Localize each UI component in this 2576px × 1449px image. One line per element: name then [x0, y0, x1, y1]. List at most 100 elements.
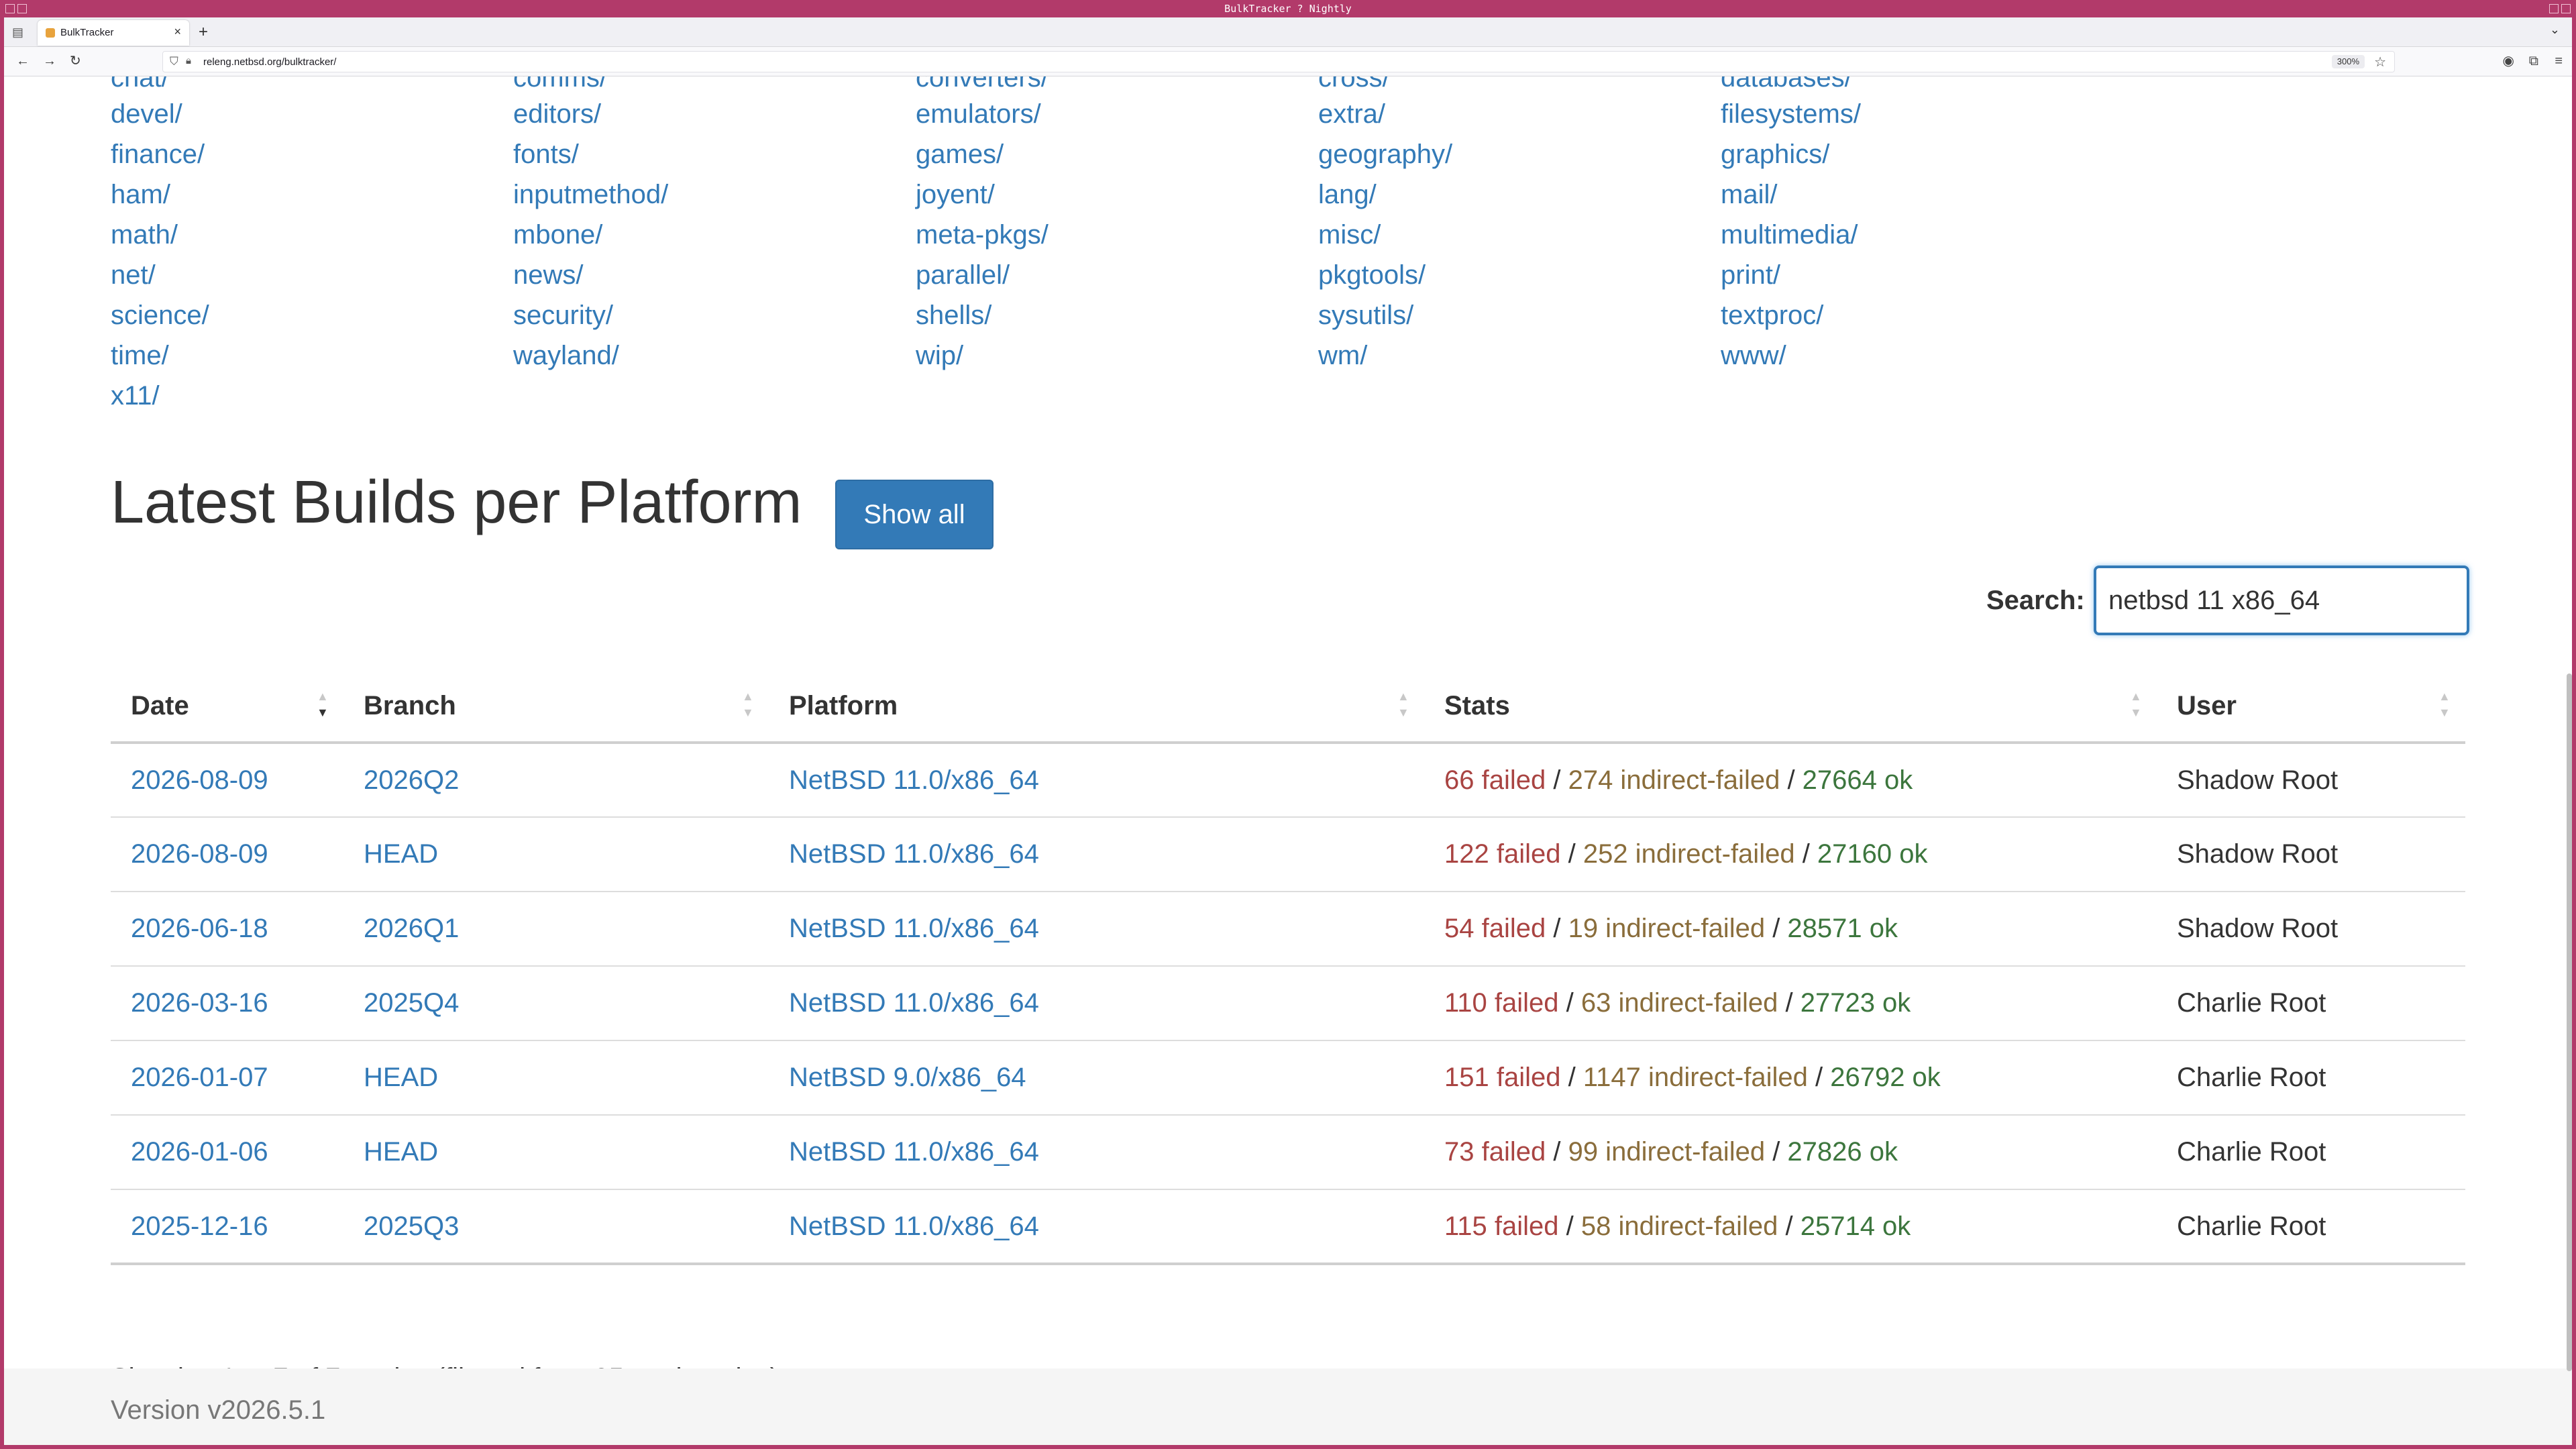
build-date-link[interactable]: 2026-08-09 [131, 765, 268, 795]
window-pin-button[interactable] [17, 4, 27, 13]
category-link-graphics[interactable]: graphics/ [1721, 134, 1829, 174]
window-close-button[interactable] [2561, 4, 2571, 13]
platform-link[interactable]: NetBSD 11.0/x86_64 [789, 1212, 1039, 1241]
column-header-platform[interactable]: Platform ▲ ▼ [769, 671, 1424, 744]
category-link-x11[interactable]: x11/ [111, 376, 160, 416]
category-link-wm[interactable]: wm/ [1318, 335, 1367, 376]
search-input[interactable] [2094, 566, 2469, 635]
category-link-joyent[interactable]: joyent/ [916, 174, 995, 215]
category-link-pkgtools[interactable]: pkgtools/ [1318, 255, 1426, 295]
category-link-time[interactable]: time/ [111, 335, 169, 376]
failed-count-link[interactable]: 110 failed [1444, 988, 1559, 1018]
category-link-science[interactable]: science/ [111, 295, 209, 335]
category-link-www[interactable]: www/ [1721, 335, 1786, 376]
ok-count-link[interactable]: 25714 ok [1801, 1212, 1911, 1241]
indirect-failed-count-link[interactable]: 274 indirect-failed [1568, 765, 1780, 795]
category-link-shells[interactable]: shells/ [916, 295, 991, 335]
hamburger-menu-icon[interactable]: ≡ [2555, 54, 2563, 68]
ok-count-link[interactable]: 27826 ok [1787, 1137, 1898, 1167]
category-link-ham[interactable]: ham/ [111, 174, 170, 215]
window-menu-button[interactable] [5, 4, 15, 13]
category-link-inputmethod[interactable]: inputmethod/ [513, 174, 668, 215]
category-link-lang[interactable]: lang/ [1318, 174, 1377, 215]
branch-link[interactable]: 2026Q2 [364, 765, 459, 795]
failed-count-link[interactable]: 73 failed [1444, 1137, 1546, 1167]
tab-close-icon[interactable]: × [174, 25, 181, 39]
failed-count-link[interactable]: 122 failed [1444, 839, 1560, 869]
build-date-link[interactable]: 2026-08-09 [131, 839, 268, 869]
category-link-meta-pkgs[interactable]: meta-pkgs/ [916, 215, 1049, 255]
branch-link[interactable]: HEAD [364, 1137, 438, 1167]
platform-link[interactable]: NetBSD 11.0/x86_64 [789, 914, 1039, 943]
build-date-link[interactable]: 2026-01-07 [131, 1063, 268, 1092]
category-link-math[interactable]: math/ [111, 215, 178, 255]
account-icon[interactable]: ◉ [2503, 54, 2514, 68]
platform-link[interactable]: NetBSD 11.0/x86_64 [789, 988, 1039, 1018]
branch-link[interactable]: 2025Q3 [364, 1212, 459, 1241]
category-link-devel[interactable]: devel/ [111, 94, 182, 134]
failed-count-link[interactable]: 115 failed [1444, 1212, 1559, 1241]
reload-icon[interactable]: ↻ [70, 54, 81, 68]
new-tab-button[interactable]: + [199, 23, 208, 42]
column-header-branch[interactable]: Branch ▲ ▼ [343, 671, 769, 744]
category-link-emulators[interactable]: emulators/ [916, 94, 1041, 134]
chevron-down-icon[interactable]: ⌄ [2550, 23, 2560, 37]
platform-link[interactable]: NetBSD 11.0/x86_64 [789, 1137, 1039, 1167]
category-link-news[interactable]: news/ [513, 255, 584, 295]
tab-list-icon[interactable]: ▤ [12, 25, 25, 39]
category-link-geography[interactable]: geography/ [1318, 134, 1452, 174]
tab-bulktracker[interactable]: BulkTracker × [38, 20, 189, 46]
category-link-finance[interactable]: finance/ [111, 134, 205, 174]
category-link-security[interactable]: security/ [513, 295, 613, 335]
shield-icon[interactable]: ⛉ [170, 55, 178, 68]
indirect-failed-count-link[interactable]: 1147 indirect-failed [1583, 1063, 1808, 1092]
branch-link[interactable]: 2026Q1 [364, 914, 459, 943]
branch-link[interactable]: HEAD [364, 839, 438, 869]
category-link-parallel[interactable]: parallel/ [916, 255, 1010, 295]
category-link-multimedia[interactable]: multimedia/ [1721, 215, 1858, 255]
category-link-mail[interactable]: mail/ [1721, 174, 1777, 215]
category-link-mbone[interactable]: mbone/ [513, 215, 602, 255]
build-date-link[interactable]: 2026-06-18 [131, 914, 268, 943]
forward-arrow-icon[interactable]: → [43, 54, 56, 68]
ok-count-link[interactable]: 27160 ok [1817, 839, 1928, 869]
build-date-link[interactable]: 2026-03-16 [131, 988, 268, 1018]
category-link-filesystems[interactable]: filesystems/ [1721, 94, 1861, 134]
category-link-fonts[interactable]: fonts/ [513, 134, 579, 174]
zoom-level-badge[interactable]: 300% [2331, 55, 2365, 68]
column-header-date[interactable]: Date ▲ ▼ [111, 671, 343, 744]
build-date-link[interactable]: 2026-01-06 [131, 1137, 268, 1167]
branch-link[interactable]: 2025Q4 [364, 988, 459, 1018]
category-link-games[interactable]: games/ [916, 134, 1004, 174]
column-header-user[interactable]: User ▲ ▼ [2157, 671, 2465, 744]
failed-count-link[interactable]: 66 failed [1444, 765, 1546, 795]
window-minimize-button[interactable] [2549, 4, 2559, 13]
url-text[interactable]: releng.netbsd.org/bulktracker/ [203, 56, 336, 68]
platform-link[interactable]: NetBSD 9.0/x86_64 [789, 1063, 1026, 1092]
category-link-wayland[interactable]: wayland/ [513, 335, 619, 376]
indirect-failed-count-link[interactable]: 252 indirect-failed [1583, 839, 1795, 869]
category-link-editors[interactable]: editors/ [513, 94, 601, 134]
indirect-failed-count-link[interactable]: 99 indirect-failed [1568, 1137, 1766, 1167]
bookmark-star-icon[interactable]: ☆ [2374, 54, 2386, 70]
ok-count-link[interactable]: 27664 ok [1803, 765, 1913, 795]
platform-link[interactable]: NetBSD 11.0/x86_64 [789, 765, 1039, 795]
indirect-failed-count-link[interactable]: 63 indirect-failed [1581, 988, 1778, 1018]
build-date-link[interactable]: 2025-12-16 [131, 1212, 268, 1241]
category-link-wip[interactable]: wip/ [916, 335, 963, 376]
category-link-textproc[interactable]: textproc/ [1721, 295, 1823, 335]
extensions-icon[interactable]: ⧉ [2529, 54, 2538, 68]
back-arrow-icon[interactable]: ← [16, 54, 30, 68]
ok-count-link[interactable]: 26792 ok [1830, 1063, 1941, 1092]
indirect-failed-count-link[interactable]: 58 indirect-failed [1581, 1212, 1778, 1241]
category-link-misc[interactable]: misc/ [1318, 215, 1381, 255]
category-link-net[interactable]: net/ [111, 255, 156, 295]
branch-link[interactable]: HEAD [364, 1063, 438, 1092]
scrollbar-thumb[interactable] [2567, 674, 2572, 1371]
failed-count-link[interactable]: 151 failed [1444, 1063, 1560, 1092]
category-link-extra[interactable]: extra/ [1318, 94, 1385, 134]
category-link-sysutils[interactable]: sysutils/ [1318, 295, 1413, 335]
indirect-failed-count-link[interactable]: 19 indirect-failed [1568, 914, 1766, 943]
category-link-print[interactable]: print/ [1721, 255, 1780, 295]
show-all-button[interactable]: Show all [835, 480, 994, 549]
